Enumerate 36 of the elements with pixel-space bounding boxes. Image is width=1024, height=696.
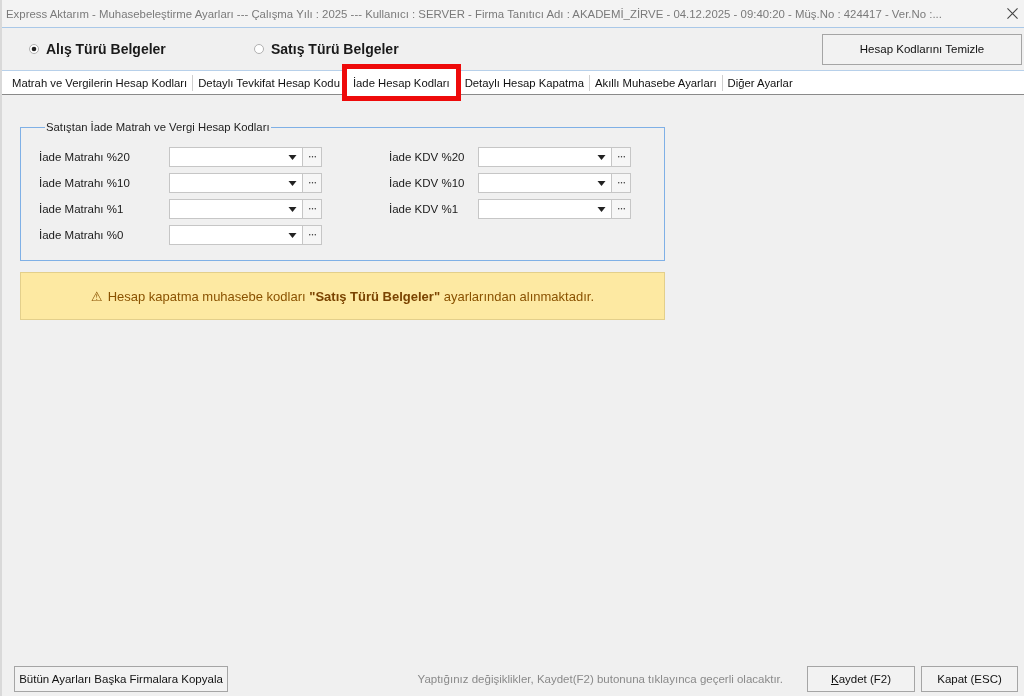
copy-settings-button[interactable]: Bütün Ayarları Başka Firmalara Kopyala	[14, 666, 228, 692]
browse-button[interactable]	[302, 173, 322, 193]
caret-down-icon[interactable]	[597, 154, 606, 160]
field-label: İade KDV %1	[389, 203, 460, 215]
close-button[interactable]: Kapat (ESC)	[921, 666, 1018, 692]
browse-button[interactable]	[611, 199, 631, 219]
browse-button[interactable]	[611, 147, 631, 167]
caret-down-icon[interactable]	[597, 180, 606, 186]
notice-text: Hesap kapatma muhasebe kodları "Satış Türü Belgeler" ayarlarından alınmaktadır.	[107, 288, 594, 304]
caret-down-icon[interactable]	[288, 206, 297, 212]
field-label: İade Matrahı %20	[39, 151, 131, 163]
field-label: İade Matrahı %0	[39, 229, 125, 241]
warning-icon: ⚠	[91, 288, 103, 304]
radio-button[interactable]	[29, 44, 39, 54]
radio-label: Alış Türü Belgeler	[46, 41, 166, 57]
field-label: İade Matrahı %10	[39, 177, 131, 189]
save-hint: Yaptığınız değişiklikler, Kaydet(F2) butonuna tıklayınca geçerli olacaktır.	[417, 673, 783, 685]
caret-down-icon[interactable]	[597, 206, 606, 212]
save-button[interactable]: Kaydet (F2)	[807, 666, 915, 692]
caret-down-icon[interactable]	[288, 180, 297, 186]
group-title: Satıştan İade Matrah ve Vergi Hesap Kodları	[45, 121, 271, 133]
browse-button[interactable]	[302, 199, 322, 219]
field-label: İade KDV %10	[389, 177, 466, 189]
radio-label: Satış Türü Belgeler	[271, 41, 399, 57]
browse-button[interactable]	[302, 147, 322, 167]
radio-button[interactable]	[254, 44, 264, 54]
browse-button[interactable]	[611, 173, 631, 193]
clear-codes-button[interactable]: Hesap Kodlarını Temizle	[822, 33, 1022, 65]
caret-down-icon[interactable]	[288, 154, 297, 160]
field-label: İade KDV %20	[389, 151, 466, 163]
window-title: Express Aktarım - Muhasebeleştirme Ayarları --- Çalışma Yılı : 2025 --- Kullanıcı : SERVER - Firma Tanıtıcı Adı : AKADEMİ_ZİRVE - 04.12.2025 - 09:40:20 - Müş.No : 424417 - Ver.No :...	[6, 7, 943, 20]
tab[interactable]: İade Hesap Kodları	[341, 64, 461, 101]
field-label: İade Matrahı %1	[39, 203, 125, 215]
browse-button[interactable]	[302, 225, 322, 245]
close-icon[interactable]	[1007, 8, 1018, 19]
caret-down-icon[interactable]	[288, 232, 297, 238]
